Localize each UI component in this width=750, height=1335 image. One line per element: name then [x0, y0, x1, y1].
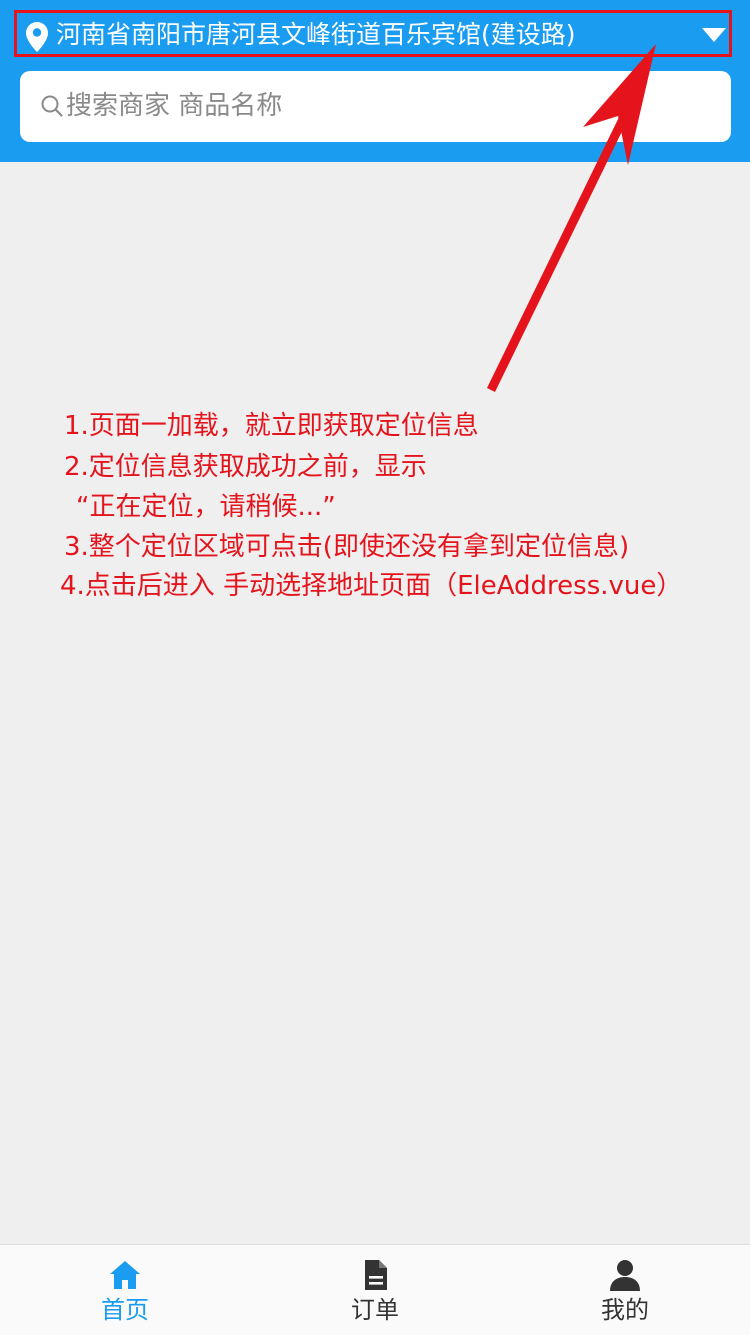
- home-icon: [110, 1261, 140, 1289]
- tab-home[interactable]: 首页: [0, 1245, 250, 1335]
- tab-mine[interactable]: 我的: [500, 1245, 750, 1335]
- annotation-note: “正在定位，请稍候...”: [76, 492, 336, 522]
- user-icon: [610, 1260, 640, 1291]
- tab-orders-label: 订单: [351, 1296, 399, 1324]
- order-icon: [365, 1260, 387, 1290]
- annotation-notes: 1.页面一加载，就立即获取定位信息 2.定位信息获取成功之前，显示 “正在定位，…: [0, 0, 750, 700]
- annotation-note: 4.点击后进入 手动选择地址页面（EleAddress.vue）: [60, 571, 683, 601]
- tab-bar: 首页 订单 我的: [0, 1244, 750, 1335]
- tab-mine-label: 我的: [601, 1296, 649, 1324]
- tab-orders[interactable]: 订单: [250, 1245, 500, 1335]
- annotation-note: 3.整个定位区域可点击(即使还没有拿到定位信息): [64, 532, 630, 562]
- tab-home-label: 首页: [101, 1296, 149, 1324]
- annotation-note: 2.定位信息获取成功之前，显示: [64, 452, 427, 482]
- annotation-note: 1.页面一加载，就立即获取定位信息: [64, 411, 479, 441]
